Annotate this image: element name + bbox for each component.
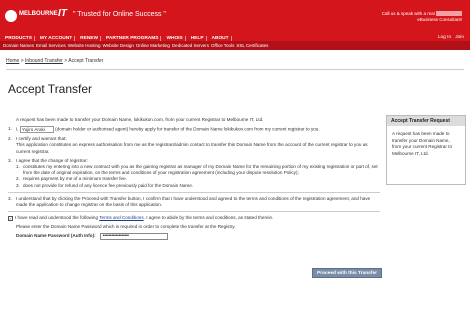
info-sidebox: Accept Transfer Request A request has be… xyxy=(386,115,466,185)
password-row: Domain Name Password (Auth Info): ••••••… xyxy=(16,232,380,240)
subnav-office-tools[interactable]: Office Tools xyxy=(211,43,234,48)
logo-text[interactable]: MELBOURNE xyxy=(19,11,58,17)
transfer-form: A request has been made to transfer your… xyxy=(8,117,380,240)
divider xyxy=(8,191,380,193)
proceed-transfer-button[interactable]: Proceed with this Transfer xyxy=(312,268,382,278)
divider xyxy=(8,211,380,213)
phone-number-redacted xyxy=(436,11,462,17)
join-link[interactable]: Join xyxy=(455,35,464,40)
item1-post: (domain holder or authorised agent) here… xyxy=(55,126,320,132)
password-note-row: Please enter the Domain Name Password wh… xyxy=(16,224,380,230)
contact-info: Call us & speak with a real eBusiness Co… xyxy=(372,11,462,23)
tagline: " Trusted for Online Success " xyxy=(73,11,166,18)
product-subnav: Domain Names Email Services Website Host… xyxy=(0,41,470,50)
subnav-website-design[interactable]: Website Design xyxy=(102,43,133,48)
password-label: Domain Name Password (Auth Info): xyxy=(16,233,96,239)
password-note: Please enter the Domain Name Password wh… xyxy=(16,224,236,230)
terms-pre: I have read and understood the following xyxy=(15,215,99,221)
account-links: Log In Join xyxy=(438,35,464,40)
password-input[interactable]: •••••••••••••••••• xyxy=(99,232,168,240)
divider xyxy=(6,69,464,70)
item-1: 1. I, Yujiro Araki (domain holder or aut… xyxy=(8,126,320,134)
logo-mark[interactable]: IT xyxy=(58,8,67,19)
subnav-online-marketing[interactable]: Online Marketing xyxy=(136,43,170,48)
item-3: 3. I agree that the change of registrar:… xyxy=(8,158,380,189)
item3-sublist: 1. constitutes my entering into a new con… xyxy=(16,164,380,189)
logo-icon[interactable] xyxy=(5,10,17,22)
sidebox-body: A request has been made to transfer your… xyxy=(392,131,452,156)
intro-row: A request has been made to transfer your… xyxy=(8,117,380,123)
subnav-dedicated-servers[interactable]: Dedicated Servers xyxy=(172,43,209,48)
contact-line2: eBusiness Consultant! xyxy=(417,17,462,22)
list-item: 3. does not provide for refund of any lic… xyxy=(16,182,194,188)
breadcrumb: Home > Inbound Transfer > Accept Transfe… xyxy=(6,58,103,64)
page-title: Accept Transfer xyxy=(8,82,93,96)
terms-post: . I agree to abide by the terms and cond… xyxy=(143,215,274,221)
item-2: 2. I certify and warrant that: This appl… xyxy=(8,136,380,155)
site-header: MELBOURNE IT " Trusted for Online Succes… xyxy=(0,0,470,41)
breadcrumb-current: Accept Transfer xyxy=(68,58,104,64)
item2-body: This application constitutes an express … xyxy=(16,142,368,154)
breadcrumb-home[interactable]: Home xyxy=(6,58,19,64)
breadcrumb-inbound-transfer[interactable]: Inbound Transfer xyxy=(25,58,63,64)
item1-pre: I, xyxy=(16,126,19,132)
subnav-website-hosting[interactable]: Website Hosting xyxy=(68,43,101,48)
subnav-email-services[interactable]: Email Services xyxy=(36,43,66,48)
terms-link[interactable]: Terms and Conditions xyxy=(99,215,143,220)
login-link[interactable]: Log In xyxy=(438,35,451,40)
terms-checkbox[interactable]: ✓ xyxy=(8,215,13,221)
item-4: 3. I understand that by clicking the Pro… xyxy=(8,196,380,208)
subnav-ssl-certificates[interactable]: SSL Certificates xyxy=(236,43,268,48)
sidebox-title: Accept Transfer Request xyxy=(387,116,465,126)
item4-text: I understand that by clicking the Procee… xyxy=(16,195,371,208)
terms-row: ✓ I have read and understood the followin… xyxy=(8,215,380,221)
registrant-name-input[interactable]: Yujiro Araki xyxy=(19,126,54,134)
list-item: 1. constitutes my entering into a new con… xyxy=(16,164,378,176)
contact-line1: Call us & speak with a real xyxy=(381,11,435,16)
intro-text: A request has been made to transfer your… xyxy=(16,117,264,122)
subnav-domain-names[interactable]: Domain Names xyxy=(3,43,34,48)
